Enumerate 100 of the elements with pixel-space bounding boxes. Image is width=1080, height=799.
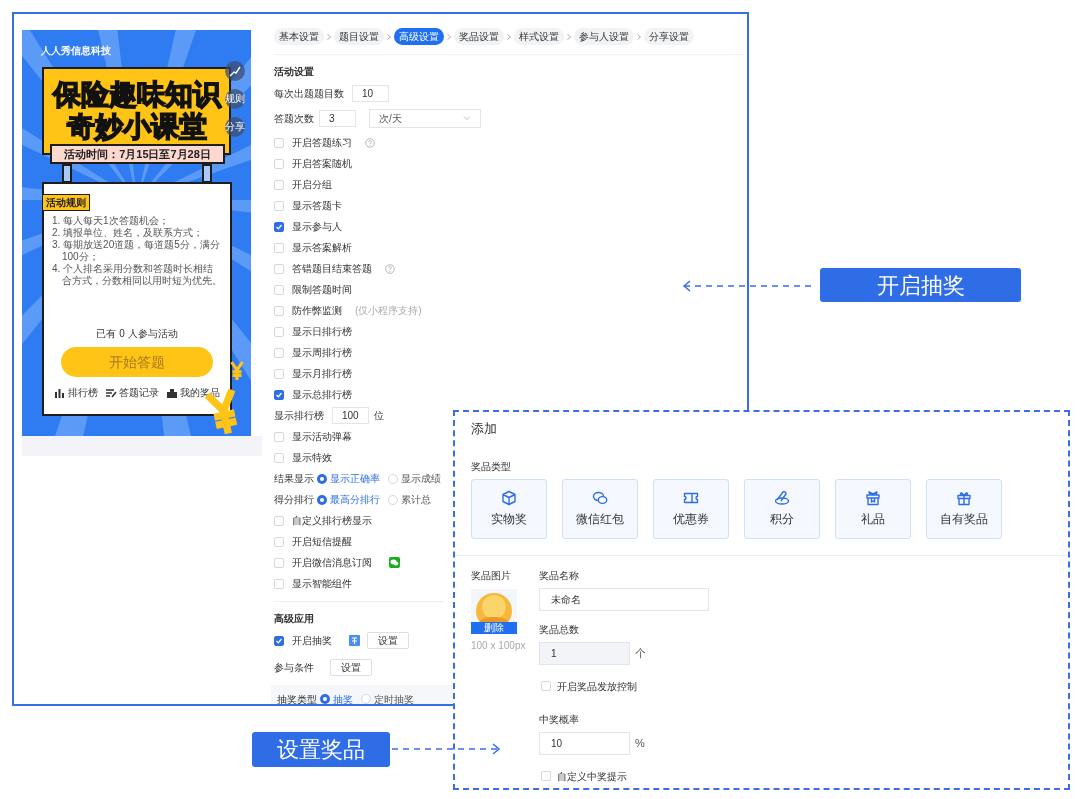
radio-button[interactable]: [317, 473, 327, 484]
settings-button[interactable]: 设置: [367, 632, 409, 649]
participant-count: 已有 0 人参与活动: [96, 327, 178, 341]
dialog-title: 添加: [471, 420, 498, 438]
prize-type-card[interactable]: 实物奖: [471, 478, 547, 539]
field-label: 开启分组: [292, 178, 332, 192]
rule-text: 2. 填报单位、姓名，及联系方式；: [52, 227, 205, 239]
checkbox[interactable]: [274, 635, 284, 646]
field-label: 中奖概率: [539, 712, 580, 727]
field-label: 参与条件: [274, 660, 314, 675]
step-tab[interactable]: 分享设置: [644, 28, 694, 45]
trend-icon: [229, 65, 241, 77]
callout-label: 开启抽奖: [820, 268, 1021, 302]
checkbox-label: 自定义中奖提示: [557, 769, 627, 784]
field-label: 得分排行: [274, 493, 314, 507]
footer-link[interactable]: 排行榜: [54, 385, 98, 400]
company-name: 人人秀信息科技: [41, 44, 111, 58]
checkbox[interactable]: [274, 389, 284, 400]
select-field[interactable]: 次/天: [369, 108, 481, 128]
gift-icon: [956, 489, 972, 506]
option-label[interactable]: 抽奖: [333, 691, 353, 704]
field-label: 显示周排行榜: [292, 346, 352, 360]
step-tab[interactable]: 高级设置: [394, 28, 444, 45]
bag-icon: [166, 386, 178, 399]
callout-label: 设置奖品: [252, 732, 390, 767]
input-field[interactable]: 1: [539, 641, 630, 665]
settings-button[interactable]: 设置: [330, 658, 372, 676]
input-field[interactable]: 100: [332, 407, 369, 424]
field-label: 显示答题卡: [292, 199, 342, 213]
chevron-right-icon: [506, 32, 512, 41]
field-label: 抽奖类型: [277, 692, 317, 704]
chevron-right-icon: [326, 32, 332, 41]
rule-text: 4. 个人排名采用分数和答题时长相结合方式，分数相同以用时短为优先。: [52, 263, 222, 287]
step-tab[interactable]: 题目设置: [334, 28, 384, 45]
section-heading: 活动设置: [274, 65, 315, 79]
chevron-right-icon: [636, 32, 642, 41]
option-label[interactable]: 累计总: [401, 492, 431, 507]
field-label: 防作弊监测: [292, 304, 342, 318]
field-label: 开启抽奖: [292, 634, 332, 648]
rule-text: 3. 每期放送20道题，每道题5分，满分100分；: [52, 239, 221, 263]
radio-button[interactable]: [317, 494, 327, 505]
field-label: 答错题目结束答题: [292, 262, 372, 276]
step-tab[interactable]: 参与人设置: [574, 28, 634, 45]
field-label: 显示活动弹幕: [292, 430, 352, 444]
field-label: 开启微信消息订阅: [292, 556, 372, 570]
input-field[interactable]: 10: [539, 731, 630, 755]
date-banner: 活动时间：7月15日至7月28日: [50, 144, 225, 164]
prize-type-card[interactable]: 自有奖品: [926, 478, 1002, 539]
gift-box-icon: [865, 489, 881, 506]
prize-type-card[interactable]: 积分: [744, 478, 820, 539]
field-label: 每次出题题目数: [274, 87, 344, 101]
option-label[interactable]: 最高分排行: [330, 492, 380, 507]
radio-button[interactable]: [320, 694, 330, 704]
option-label[interactable]: 显示成绩: [401, 471, 441, 486]
unit-label: %: [635, 735, 645, 751]
prize-type-card[interactable]: 礼品: [835, 478, 911, 539]
radio-button[interactable]: [361, 694, 371, 704]
chevron-right-icon: [446, 32, 452, 41]
step-tab[interactable]: 奖品设置: [454, 28, 504, 45]
field-label: 限制答题时间: [292, 283, 352, 297]
title-text: 保险趣味知识: [52, 79, 221, 111]
title-text: 奇妙小课堂: [66, 111, 207, 143]
option-label[interactable]: 定时抽奖: [374, 691, 414, 704]
size-hint: 100 x 100px: [471, 638, 527, 653]
field-label: 显示日排行榜: [292, 325, 352, 339]
field-label: 显示参与人: [292, 220, 342, 234]
prize-type-card[interactable]: 微信红包: [562, 478, 638, 539]
checkbox[interactable]: [274, 221, 284, 232]
unit-label: 个: [635, 645, 646, 661]
input-field[interactable]: 10: [352, 85, 389, 102]
checkbox-label: 开启奖品发放控制: [557, 679, 637, 694]
option-label[interactable]: 显示正确率: [330, 471, 380, 486]
rule-text: 1. 每人每天1次答题机会；: [52, 215, 170, 227]
field-label: 显示智能组件: [292, 577, 352, 591]
radio-button[interactable]: [388, 473, 398, 484]
field-label: 奖品类型: [471, 459, 512, 474]
field-label: 答题次数: [274, 111, 314, 126]
field-label: 开启短信提醒: [292, 535, 352, 549]
field-label: 奖品图片: [471, 568, 512, 583]
field-label: 奖品名称: [539, 568, 580, 583]
input-field[interactable]: 3: [319, 109, 356, 127]
field-label: 开启答案随机: [292, 157, 352, 171]
chevron-down-icon: [463, 115, 471, 121]
cube-icon: [501, 489, 517, 506]
input-field[interactable]: 未命名: [539, 587, 709, 611]
radio-button[interactable]: [388, 494, 398, 505]
field-label: 奖品总数: [539, 622, 580, 637]
note-text: (仅小程序支持): [355, 304, 422, 318]
chat-bubbles-icon: [592, 489, 608, 506]
section-heading: 高级应用: [274, 612, 315, 626]
footer-link[interactable]: 答题记录: [105, 385, 159, 400]
prize-type-card[interactable]: 优惠券: [653, 478, 729, 539]
coins-icon: [774, 489, 790, 506]
pencil-icon: [105, 386, 117, 399]
field-label: 自定义排行榜显示: [292, 514, 372, 528]
field-label: 显示特效: [292, 451, 332, 465]
step-tab[interactable]: 样式设置: [514, 28, 564, 45]
field-label: 结果显示: [274, 472, 314, 486]
field-label: 显示总排行榜: [292, 388, 352, 402]
step-tab[interactable]: 基本设置: [274, 28, 324, 45]
